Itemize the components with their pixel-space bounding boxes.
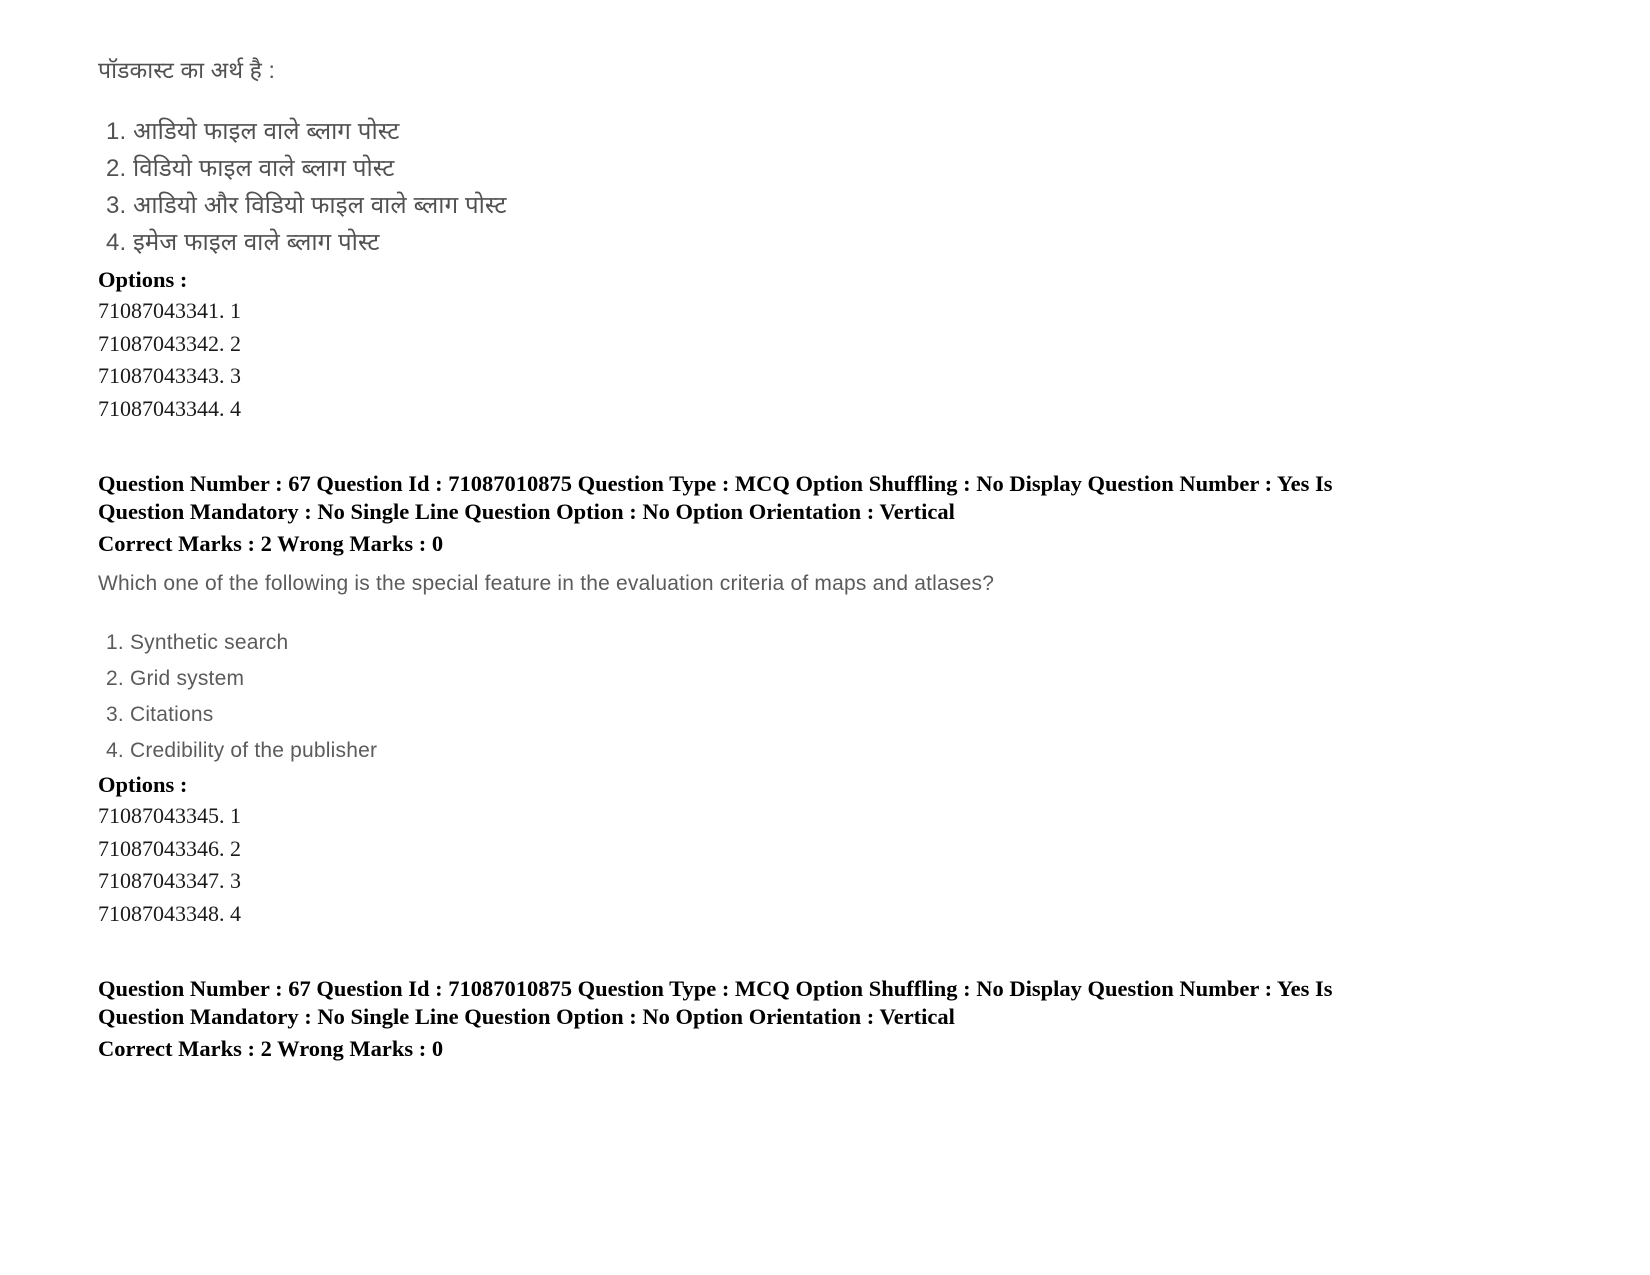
question-67-choice-2[interactable]: 2. Grid system — [106, 661, 377, 697]
meta-block-2: Question Number : 67 Question Id : 71087… — [98, 975, 1428, 1063]
question-67-option-id-1: 71087043345. 1 — [98, 803, 241, 828]
question-67-stem-block: Which one of the following is the specia… — [98, 566, 994, 602]
meta-block-1: Question Number : 67 Question Id : 71087… — [98, 470, 1428, 558]
question-66-option-id-4: 71087043344. 4 — [98, 395, 241, 421]
question-66-choice-2[interactable]: 2. विडियो फाइल वाले ब्लाग पोस्ट — [106, 150, 507, 187]
meta-block-2-line1: Question Number : 67 Question Id : 71087… — [98, 976, 1333, 1001]
question-66-choice-4[interactable]: 4. इमेज फाइल वाले ब्लाग पोस्ट — [106, 224, 507, 261]
question-66-option-id-2: 71087043342. 2 — [98, 330, 241, 356]
question-66-stem-block: पॉडकास्ट का अर्थ है : — [98, 52, 275, 89]
question-66-options-label: Options : — [98, 267, 188, 292]
question-67-options-block: Options : 71087043345. 1 71087043346. 2 … — [98, 770, 241, 930]
meta-block-1-line2: Question Mandatory : No Single Line Ques… — [98, 499, 955, 524]
question-67-stem: Which one of the following is the specia… — [98, 572, 995, 595]
question-66-stem: पॉडकास्ट का अर्थ है : — [98, 57, 275, 83]
question-67-choice-3[interactable]: 3. Citations — [106, 697, 377, 733]
question-66-choice-3[interactable]: 3. आडियो और विडियो फाइल वाले ब्लाग पोस्ट — [106, 187, 507, 224]
meta-block-2-marks: Correct Marks : 2 Wrong Marks : 0 — [98, 1036, 444, 1061]
question-67-choices: 1. Synthetic search 2. Grid system 3. Ci… — [98, 625, 377, 769]
question-67-option-id-3: 71087043347. 3 — [98, 868, 241, 893]
question-66-choices: 1. आडियो फाइल वाले ब्लाग पोस्ट 2. विडियो… — [98, 113, 507, 261]
question-66-options-block: Options : 71087043341. 1 71087043342. 2 … — [98, 265, 241, 425]
question-66-option-id-3: 71087043343. 3 — [98, 363, 241, 388]
question-67-choice-1[interactable]: 1. Synthetic search — [106, 625, 377, 661]
question-67-choice-4[interactable]: 4. Credibility of the publisher — [106, 733, 377, 769]
question-67-option-id-4: 71087043348. 4 — [98, 900, 241, 926]
document-page: पॉडकास्ट का अर्थ है : 1. आडियो फाइल वाले… — [0, 0, 1650, 1275]
meta-block-1-marks: Correct Marks : 2 Wrong Marks : 0 — [98, 531, 444, 556]
meta-block-1-line1: Question Number : 67 Question Id : 71087… — [98, 471, 1333, 496]
question-66-option-id-1: 71087043341. 1 — [98, 298, 241, 323]
question-67-option-id-2: 71087043346. 2 — [98, 835, 241, 861]
question-67-options-label: Options : — [98, 772, 188, 797]
meta-block-2-line2: Question Mandatory : No Single Line Ques… — [98, 1004, 955, 1029]
question-66-choice-1[interactable]: 1. आडियो फाइल वाले ब्लाग पोस्ट — [106, 113, 507, 150]
